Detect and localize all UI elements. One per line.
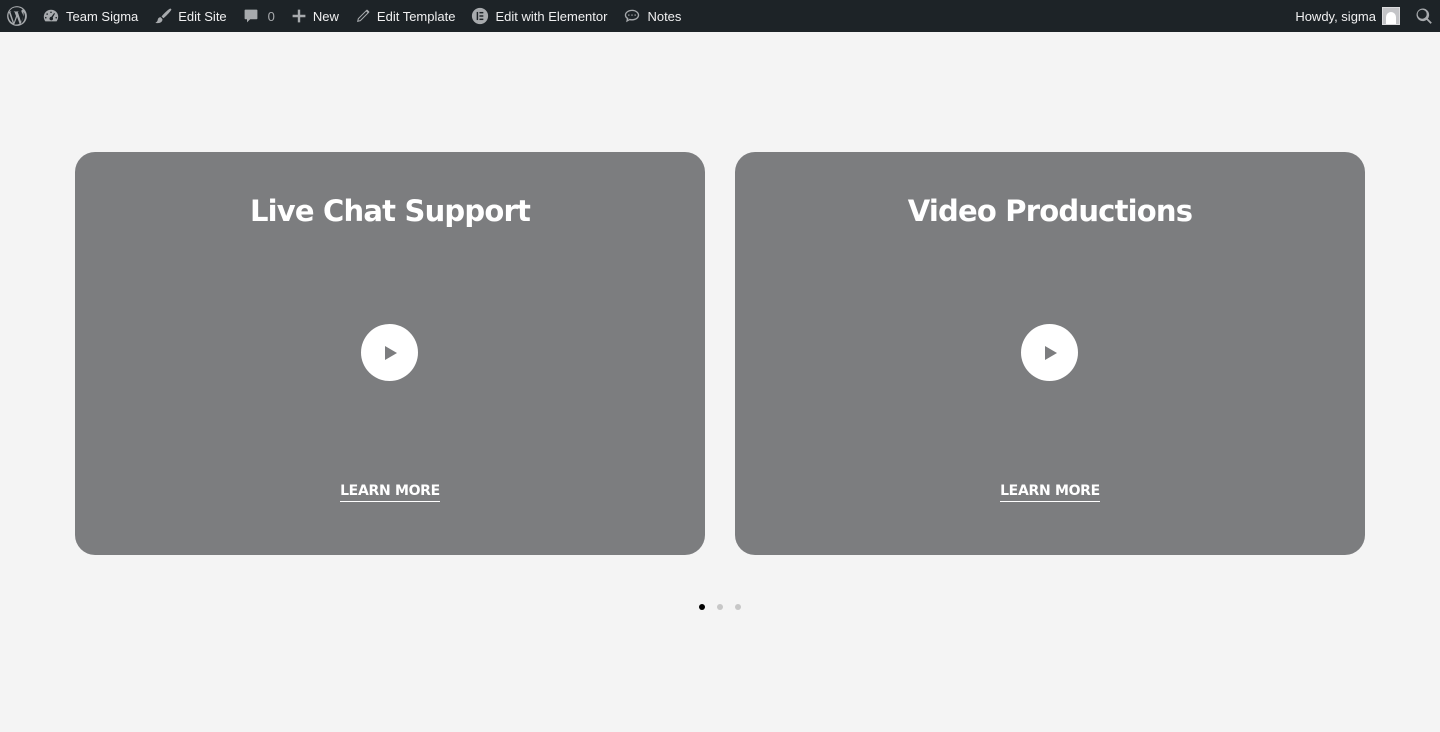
play-button[interactable] <box>1021 324 1078 381</box>
brush-icon <box>155 8 172 24</box>
card-title: Video Productions <box>907 194 1193 228</box>
edit-template-label: Edit Template <box>376 8 456 24</box>
edit-elementor-link[interactable]: Edit with Elementor <box>463 0 615 32</box>
dashboard-icon <box>43 9 59 22</box>
site-name-label: Team Sigma <box>66 8 139 24</box>
admin-bar-right: Howdy, sigma <box>1287 0 1440 32</box>
edit-elementor-label: Edit with Elementor <box>495 8 608 24</box>
plus-icon <box>292 9 306 23</box>
search-icon <box>1416 8 1432 24</box>
notes-icon <box>625 9 640 23</box>
my-account-menu[interactable]: Howdy, sigma <box>1287 0 1408 32</box>
learn-more-link[interactable]: LEARN MORE <box>1000 483 1100 502</box>
admin-bar-left: Team Sigma Edit Site 0 New Edit Template… <box>0 0 689 32</box>
notes-link[interactable]: Notes <box>615 0 689 32</box>
card-title: Live Chat Support <box>249 194 531 228</box>
play-icon <box>385 345 397 360</box>
notes-label: Notes <box>647 8 682 24</box>
edit-template-link[interactable]: Edit Template <box>347 0 464 32</box>
comment-icon <box>244 9 258 23</box>
wordpress-icon <box>7 6 27 26</box>
admin-bar: Team Sigma Edit Site 0 New Edit Template… <box>0 0 1440 32</box>
elementor-icon <box>472 7 489 25</box>
wordpress-menu[interactable] <box>0 0 34 32</box>
search-button[interactable] <box>1408 0 1440 32</box>
avatar <box>1382 7 1400 25</box>
comments-count: 0 <box>267 8 275 24</box>
comments-link[interactable]: 0 <box>235 0 283 32</box>
carousel-dot[interactable] <box>699 604 705 610</box>
site-name-menu[interactable]: Team Sigma <box>34 0 146 32</box>
learn-more-link[interactable]: LEARN MORE <box>340 483 440 502</box>
service-card: Live Chat Support LEARN MORE <box>75 152 705 555</box>
learn-more-wrap: LEARN MORE <box>75 482 705 502</box>
howdy-label: Howdy, sigma <box>1295 8 1376 24</box>
learn-more-wrap: LEARN MORE <box>735 482 1365 502</box>
carousel-dot[interactable] <box>717 604 723 610</box>
edit-site-link[interactable]: Edit Site <box>146 0 234 32</box>
play-icon <box>1045 345 1057 360</box>
pencil-icon <box>356 9 370 22</box>
play-button[interactable] <box>361 324 418 381</box>
edit-site-label: Edit Site <box>178 8 227 24</box>
new-content-menu[interactable]: New <box>283 0 347 32</box>
service-card: Video Productions LEARN MORE <box>735 152 1365 555</box>
carousel-pagination <box>0 604 1440 610</box>
carousel-dot[interactable] <box>735 604 741 610</box>
new-label: New <box>312 8 339 24</box>
